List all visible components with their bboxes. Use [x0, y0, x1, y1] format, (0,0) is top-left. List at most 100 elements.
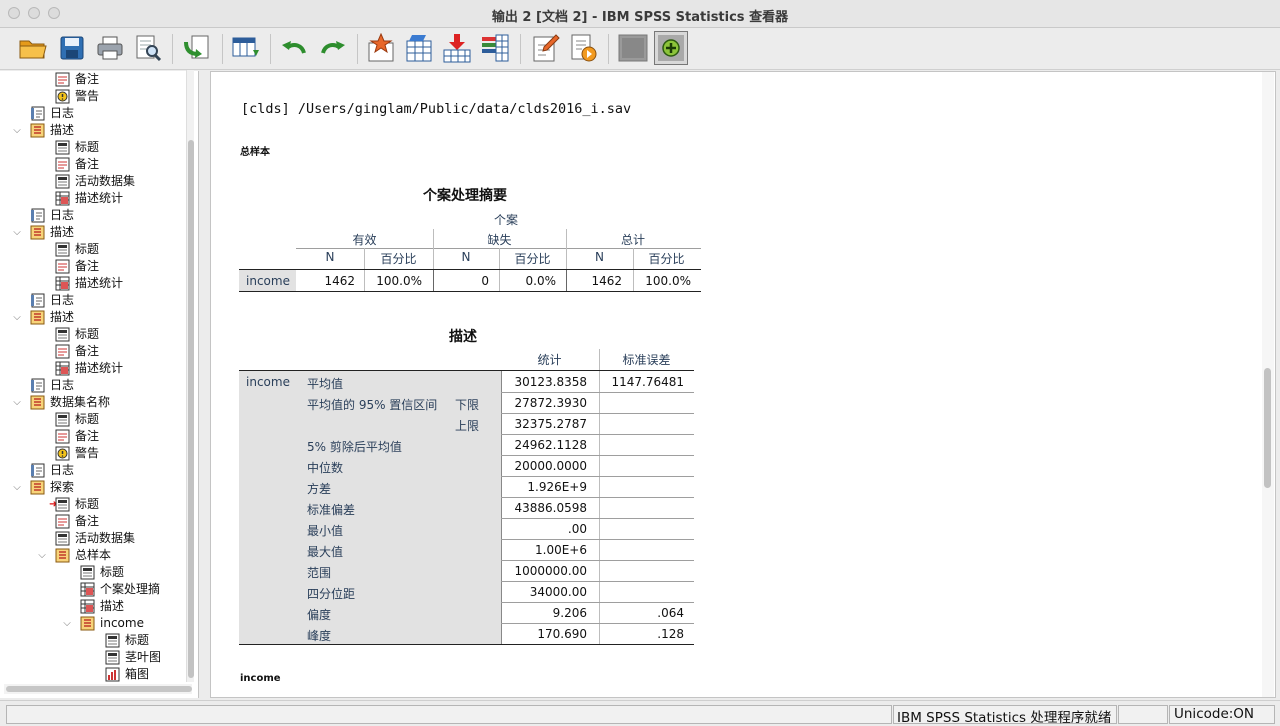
- tree-item[interactable]: ⌵ 总样本: [0, 547, 190, 564]
- tree-item[interactable]: 标题: [0, 632, 190, 649]
- tree-item[interactable]: 日志: [0, 292, 190, 309]
- tree-item[interactable]: 个案处理摘: [0, 581, 190, 598]
- tree-item-label: 备注: [75, 344, 100, 358]
- stat-value: 20000.0000: [514, 459, 587, 473]
- col-group-valid: 有效: [352, 233, 377, 247]
- col-group-missing: 缺失: [487, 233, 512, 247]
- tree-item[interactable]: 活动数据集: [0, 173, 190, 190]
- chevron-down-icon[interactable]: ⌵: [12, 309, 22, 326]
- tree-item[interactable]: 备注: [0, 428, 190, 445]
- open-folder-icon[interactable]: [16, 31, 50, 65]
- insert-title-icon[interactable]: [528, 31, 562, 65]
- tree-vertical-scrollbar[interactable]: [186, 70, 194, 682]
- goto-output-icon[interactable]: [364, 31, 398, 65]
- dataset-command-text: [clds] /Users/ginglam/Public/data/clds20…: [241, 101, 632, 117]
- chevron-down-icon[interactable]: ⌵: [12, 479, 22, 496]
- tree-item-label: 描述: [50, 225, 75, 239]
- tree-horizontal-scrollbar[interactable]: [4, 684, 192, 694]
- tree-item[interactable]: 日志: [0, 105, 190, 122]
- tree-item[interactable]: ➜ 标题: [0, 496, 190, 513]
- chevron-down-icon[interactable]: ⌵: [12, 394, 22, 411]
- chevron-down-icon[interactable]: ⌵: [12, 224, 22, 241]
- tree-item[interactable]: 描述统计: [0, 275, 190, 292]
- insert-variable-icon[interactable]: [440, 31, 474, 65]
- table-icon: [80, 582, 95, 597]
- tree-item-label: 备注: [75, 429, 100, 443]
- tree-item[interactable]: 备注: [0, 156, 190, 173]
- log-icon: [30, 378, 45, 393]
- goto-data-icon[interactable]: [229, 31, 263, 65]
- table-cell: 1462: [591, 274, 622, 288]
- tree-item-label: 茎叶图: [125, 650, 162, 664]
- tree-item[interactable]: 警告: [0, 445, 190, 462]
- chevron-down-icon[interactable]: ⌵: [37, 547, 47, 564]
- tree-item[interactable]: ⌵ 描述: [0, 224, 190, 241]
- tree-item[interactable]: 描述: [0, 598, 190, 615]
- tree-item[interactable]: 备注: [0, 343, 190, 360]
- goto-case-icon[interactable]: [402, 31, 436, 65]
- stat-value: 9.206: [552, 606, 587, 620]
- tree-item[interactable]: 茎叶图: [0, 649, 190, 666]
- redo-icon[interactable]: [316, 31, 350, 65]
- title-icon: [105, 650, 120, 665]
- status-bar: IBM SPSS Statistics 处理程序就绪 Unicode:ON: [0, 700, 1280, 726]
- tree-item[interactable]: 日志: [0, 377, 190, 394]
- save-icon[interactable]: [55, 31, 89, 65]
- chevron-down-icon[interactable]: ⌵: [62, 615, 72, 632]
- tree-item[interactable]: 日志: [0, 462, 190, 479]
- undo-icon[interactable]: [277, 31, 311, 65]
- tree-item[interactable]: 描述统计: [0, 190, 190, 207]
- tree-item[interactable]: 标题: [0, 139, 190, 156]
- stat-label: 中位数: [307, 461, 344, 475]
- procedure-icon: [80, 616, 95, 631]
- tree-item[interactable]: 警告: [0, 88, 190, 105]
- tree-item[interactable]: 箱图: [0, 666, 190, 683]
- tree-item[interactable]: ⌵ income: [0, 615, 190, 632]
- outline-tree[interactable]: 备注 警告 日志 ⌵ 描述 标题 备注 活动数据集 描述统计 日志 ⌵ 描述 标题 备注 描述统计 日志 ⌵ 描述…: [0, 71, 199, 698]
- tree-item-label: income: [100, 616, 144, 630]
- tree-item[interactable]: 标题: [0, 326, 190, 343]
- tree-item[interactable]: 标题: [0, 411, 190, 428]
- tree-item-label: 日志: [50, 378, 75, 392]
- tree-item[interactable]: 日志: [0, 207, 190, 224]
- tree-item[interactable]: 备注: [0, 513, 190, 530]
- descriptives-title: 描述: [449, 329, 477, 345]
- content-vertical-scrollbar[interactable]: [1262, 72, 1274, 697]
- tree-item[interactable]: ⌵ 描述: [0, 309, 190, 326]
- tree-item-label: 描述: [50, 310, 75, 324]
- tree-item-label: 备注: [75, 259, 100, 273]
- show-icon[interactable]: [654, 31, 688, 65]
- tree-item-label: 个案处理摘: [100, 582, 161, 596]
- procedure-icon: [30, 123, 45, 138]
- tree-item[interactable]: 备注: [0, 71, 190, 88]
- tree-item[interactable]: ⌵ 探索: [0, 479, 190, 496]
- notes-icon: [55, 344, 70, 359]
- var-label: income: [246, 375, 290, 389]
- variables-icon[interactable]: [478, 31, 512, 65]
- tree-item[interactable]: ⌵ 数据集名称: [0, 394, 190, 411]
- pane-splitter[interactable]: [199, 71, 210, 698]
- tree-item[interactable]: 描述统计: [0, 360, 190, 377]
- tree-item[interactable]: 标题: [0, 564, 190, 581]
- print-icon[interactable]: [93, 31, 127, 65]
- export-icon[interactable]: [180, 31, 214, 65]
- title-bar: 输出 2 [文档 2] - IBM SPSS Statistics 查看器: [0, 0, 1280, 28]
- tree-item-label: 标题: [75, 412, 100, 426]
- print-preview-icon[interactable]: [131, 31, 165, 65]
- chevron-down-icon[interactable]: ⌵: [12, 122, 22, 139]
- insert-script-icon[interactable]: [566, 31, 600, 65]
- table-cell: 100.0%: [645, 274, 691, 288]
- stat-value: 1.926E+9: [527, 480, 587, 494]
- tree-item[interactable]: 标题: [0, 241, 190, 258]
- stat-value: 34000.00: [529, 585, 587, 599]
- stat-label: 平均值的 95% 置信区间: [307, 398, 438, 412]
- subheader: 百分比: [648, 252, 685, 266]
- stat-sublabel: 下限: [455, 398, 480, 412]
- tree-item-label: 标题: [75, 497, 100, 511]
- tree-item[interactable]: 备注: [0, 258, 190, 275]
- tree-item[interactable]: ⌵ 描述: [0, 122, 190, 139]
- stat-value: 27872.3930: [514, 396, 587, 410]
- hide-icon[interactable]: [616, 31, 650, 65]
- tree-item[interactable]: 活动数据集: [0, 530, 190, 547]
- tree-item-label: 日志: [50, 293, 75, 307]
